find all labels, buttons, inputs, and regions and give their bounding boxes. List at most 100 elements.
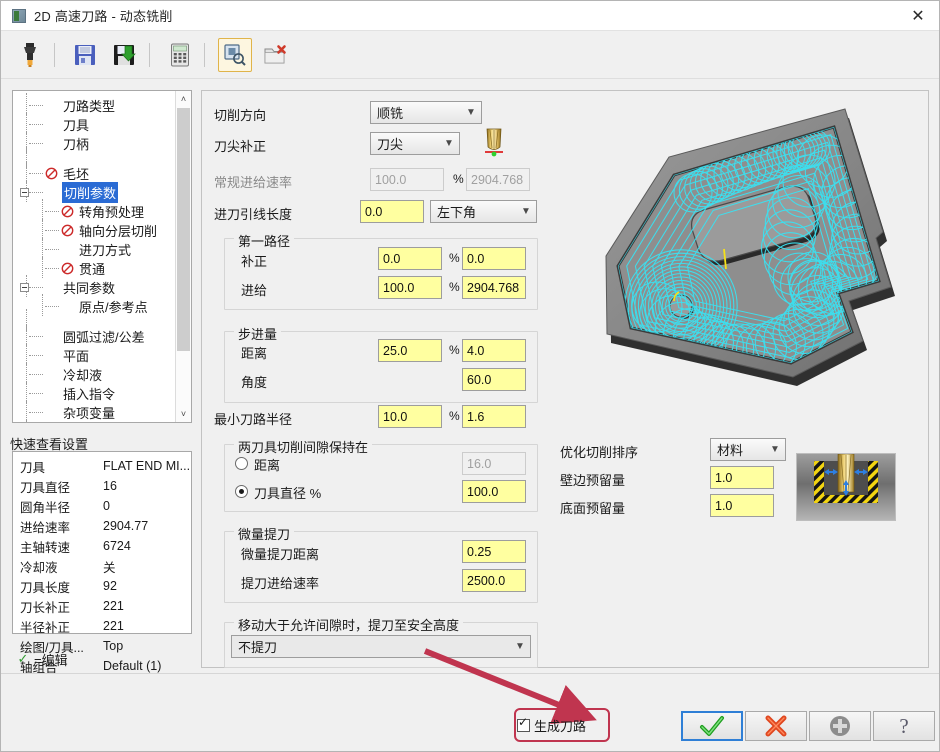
normal-feed-value-input[interactable]: 2904.768: [466, 168, 530, 191]
micro-lift-feed-label: 提刀进给速率: [241, 576, 320, 591]
close-x-icon: [765, 715, 787, 737]
tree-item-status-icon: [45, 167, 58, 180]
scroll-down-icon[interactable]: ˅: [176, 406, 191, 422]
tip-comp-select[interactable]: 刀尖 ▼: [370, 132, 460, 155]
legend-edit-row: ✓ =编辑: [12, 646, 192, 672]
cancel-button[interactable]: [745, 711, 807, 741]
tree-item-1[interactable]: 刀具: [13, 112, 176, 134]
help-button[interactable]: ?: [873, 711, 935, 741]
ok-button[interactable]: [681, 711, 743, 741]
tree-item-status-icon: [61, 243, 74, 256]
tree-item-15[interactable]: 杂项变量: [13, 400, 176, 422]
first-path-comp-percent-input[interactable]: 0.0: [378, 247, 442, 270]
tree-item-status-icon: [45, 118, 58, 131]
lead-in-corner-select[interactable]: 左下角 ▼: [430, 200, 537, 223]
title-bar: 2D 高速刀路 - 动态铣削 ✕: [1, 1, 939, 31]
tree-item-label: 切削参数: [62, 182, 119, 203]
quick-view-value: 关: [103, 560, 116, 575]
tree-item-5[interactable]: 转角预处理: [13, 199, 176, 221]
stepover-angle-input[interactable]: 60.0: [462, 368, 526, 391]
quick-view-value: 92: [103, 579, 117, 593]
scrollbar-thumb[interactable]: [177, 108, 190, 351]
generate-toolpath-checkbox[interactable]: 生成刀路: [517, 711, 609, 739]
tree-item-16[interactable]: 轴控制: [26, 419, 102, 423]
quick-view-value: 16: [103, 479, 117, 493]
clearance-distance-radio[interactable]: [235, 457, 248, 470]
first-path-feed-percent-input[interactable]: 100.0: [378, 276, 442, 299]
stepover-distance-value-input[interactable]: 4.0: [462, 339, 526, 362]
cut-direction-select[interactable]: 顺铣 ▼: [370, 101, 482, 124]
save-icon[interactable]: [68, 38, 102, 72]
first-path-comp-value-input[interactable]: 0.0: [462, 247, 526, 270]
tree-item-status-icon: [45, 99, 58, 112]
stepover-distance-percent-input[interactable]: 25.0: [378, 339, 442, 362]
parameter-tree[interactable]: 刀路类型 刀具 刀柄 毛坯 切削参数 转角预处理 轴向分层切削 进刀方式 贯通 共同参数 原点/参考…: [12, 90, 192, 423]
tree-item-13[interactable]: 冷却液: [13, 362, 176, 384]
clearance-tool-dia-input[interactable]: 100.0: [462, 480, 526, 503]
tree-item-label: 刀具: [63, 118, 90, 133]
micro-lift-distance-label: 微量提刀距离: [241, 547, 320, 562]
quick-view-value: 221: [103, 619, 124, 633]
lead-in-corner-value: 左下角: [437, 205, 477, 220]
min-radius-label: 最小刀路半径: [214, 412, 293, 427]
lead-in-length-input[interactable]: 0.0: [360, 200, 424, 223]
tree-item-8[interactable]: 贯通: [13, 256, 176, 278]
quick-view-row: 进给速率 2904.77: [13, 516, 191, 536]
min-radius-percent-input[interactable]: 10.0: [378, 405, 442, 428]
tree-item-3[interactable]: 毛坯: [13, 161, 176, 183]
delete-folder-icon[interactable]: [258, 38, 292, 72]
calculator-icon[interactable]: [163, 38, 197, 72]
clearance-distance-input[interactable]: 16.0: [462, 452, 526, 475]
tree-item-11[interactable]: 圆弧过滤/公差: [13, 324, 176, 346]
normal-feed-percent-input[interactable]: 100.0: [370, 168, 444, 191]
generate-toolpath-label: 生成刀路: [534, 718, 587, 734]
tree-item-0[interactable]: 刀路类型: [13, 93, 176, 115]
first-path-feed-label: 进给: [241, 283, 268, 298]
app-window-icon: [12, 8, 26, 23]
tree-item-7[interactable]: 进刀方式: [13, 237, 176, 259]
tree-scrollbar[interactable]: ˄ ˅: [175, 91, 191, 422]
optimize-order-select[interactable]: 材料 ▼: [710, 438, 786, 461]
tree-expander[interactable]: [20, 188, 29, 197]
micro-lift-distance-input[interactable]: 0.25: [462, 540, 526, 563]
chevron-down-icon: ▼: [521, 206, 531, 217]
tree-item-label: 插入指令: [63, 387, 116, 402]
tree-item-status-icon: [45, 281, 58, 294]
tree-item-status-icon: [61, 300, 74, 313]
quick-view-row: 圆角半径 0: [13, 496, 191, 516]
tool-icon[interactable]: [13, 38, 47, 72]
percent-symbol: %: [449, 343, 460, 357]
first-path-feed-value-input[interactable]: 2904.768: [462, 276, 526, 299]
min-radius-value-input[interactable]: 1.6: [462, 405, 526, 428]
floor-stock-input[interactable]: 1.0: [710, 494, 774, 517]
clearance-tool-dia-radio[interactable]: [235, 485, 248, 498]
tree-expander[interactable]: [20, 283, 29, 292]
checkbox-checked-icon[interactable]: [517, 716, 530, 732]
micro-lift-title: 微量提刀: [234, 524, 295, 543]
scroll-up-icon[interactable]: ˄: [176, 91, 191, 107]
tree-item-4[interactable]: 切削参数: [13, 180, 176, 203]
check-icon: ✓: [17, 651, 29, 666]
tree-item-12[interactable]: 平面: [13, 343, 176, 365]
preview-icon[interactable]: [218, 37, 252, 72]
close-icon[interactable]: ✕: [895, 1, 939, 30]
quick-view-row: 刀具直径 16: [13, 476, 191, 496]
toolbar-separator-1: [54, 42, 55, 67]
quick-view-value: FLAT END MI...: [103, 459, 191, 473]
tree-item-9[interactable]: 共同参数: [13, 275, 176, 297]
tree-spacer: [13, 309, 176, 331]
tree-item-status-icon: [61, 262, 74, 275]
save-as-icon[interactable]: [108, 38, 142, 72]
tree-item-6[interactable]: 轴向分层切削: [13, 218, 176, 240]
tree-item-label: 轴控制: [62, 422, 102, 423]
tree-item-14[interactable]: 插入指令: [13, 381, 176, 403]
legend-edit-label: =编辑: [34, 652, 68, 668]
normal-feed-label: 常规进给速率: [214, 175, 293, 190]
wall-stock-input[interactable]: 1.0: [710, 466, 774, 489]
micro-lift-feed-input[interactable]: 2500.0: [462, 569, 526, 592]
quick-view-settings: 刀具 FLAT END MI... 刀具直径 16 圆角半径 0 进给速率 2904.77 主轴…: [12, 451, 192, 675]
stock-allowance-illustration: [796, 453, 896, 521]
tree-item-status-icon: [61, 205, 74, 218]
optimize-order-label: 优化切削排序: [560, 445, 639, 460]
apply-button[interactable]: [809, 711, 871, 741]
